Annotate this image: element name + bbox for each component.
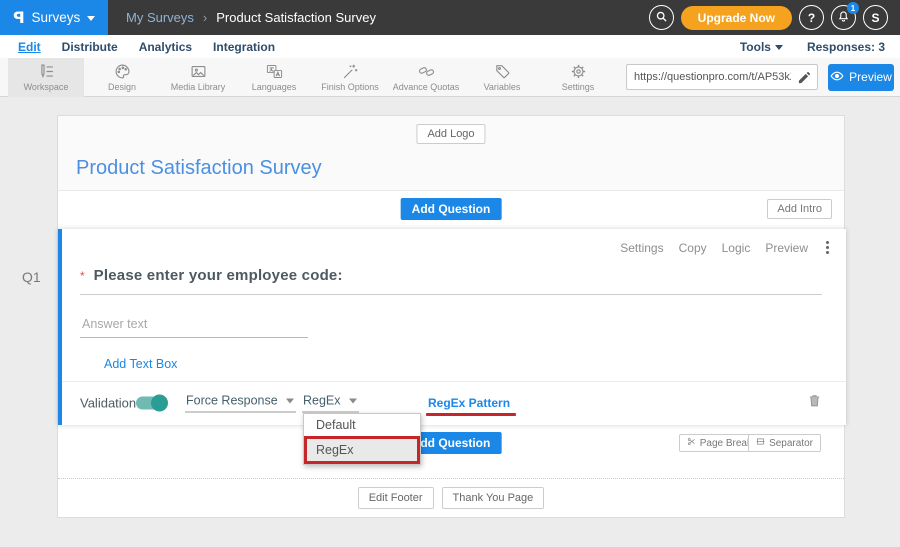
add-text-box-link[interactable]: Add Text Box xyxy=(104,357,177,371)
dropdown-option-default[interactable]: Default xyxy=(304,414,420,436)
survey-header-section: Add Logo Product Satisfaction Survey xyxy=(58,116,844,191)
question-logic-link[interactable]: Logic xyxy=(722,241,751,255)
delete-question-button[interactable] xyxy=(807,393,822,414)
image-icon xyxy=(190,63,207,80)
search-button[interactable] xyxy=(649,5,674,30)
user-avatar[interactable]: S xyxy=(863,5,888,30)
magic-wand-icon xyxy=(342,63,359,80)
chevron-down-icon xyxy=(775,45,783,50)
add-intro-button[interactable]: Add Intro xyxy=(767,199,832,219)
help-button[interactable]: ? xyxy=(799,5,824,30)
question-actions: Settings Copy Logic Preview xyxy=(620,240,832,255)
breadcrumb-my-surveys[interactable]: My Surveys xyxy=(126,10,194,25)
dropdown-option-regex[interactable]: RegEx xyxy=(304,436,420,464)
scissors-icon xyxy=(687,437,696,449)
edit-footer-button[interactable]: Edit Footer xyxy=(358,487,434,509)
breadcrumb-separator: › xyxy=(203,10,207,25)
tag-icon xyxy=(494,63,511,80)
survey-page-card: Add Logo Product Satisfaction Survey Add… xyxy=(57,115,845,518)
question-preview-link[interactable]: Preview xyxy=(765,241,808,255)
trash-icon xyxy=(807,393,822,409)
annotation-red-underline xyxy=(426,413,516,416)
toolbar-item-finish-options[interactable]: Finish Options xyxy=(312,58,388,97)
question-copy-link[interactable]: Copy xyxy=(679,241,707,255)
survey-url-input[interactable] xyxy=(627,65,817,89)
questionpro-logo-icon: P xyxy=(13,8,25,27)
tools-menu[interactable]: Tools xyxy=(740,40,783,54)
editor-content: Q1 Add Logo Product Satisfaction Survey … xyxy=(0,97,900,547)
tab-analytics[interactable]: Analytics xyxy=(139,40,192,54)
topbar: P Surveys My Surveys › Product Satisfact… xyxy=(0,0,900,35)
search-icon xyxy=(655,10,668,26)
gear-icon xyxy=(570,63,587,80)
toolbar-item-design[interactable]: Design xyxy=(84,58,160,97)
translate-icon xyxy=(266,63,283,80)
page-dotted-separator xyxy=(58,478,844,479)
footer-row: Edit Footer Thank You Page xyxy=(58,487,844,509)
answer-text-field[interactable]: Answer text xyxy=(80,317,308,338)
breadcrumb: My Surveys › Product Satisfaction Survey xyxy=(126,10,376,25)
toolbar-item-variables[interactable]: Variables xyxy=(464,58,540,97)
chain-links-icon xyxy=(418,63,435,80)
toolbar-item-advance-quotas[interactable]: Advance Quotas xyxy=(388,58,464,97)
chevron-down-icon xyxy=(286,398,294,403)
survey-title[interactable]: Product Satisfaction Survey xyxy=(76,157,322,180)
tools-label: Tools xyxy=(740,40,771,54)
survey-nav: Edit Distribute Analytics Integration To… xyxy=(0,35,900,58)
toggle-knob xyxy=(151,395,168,412)
question-settings-link[interactable]: Settings xyxy=(620,241,663,255)
app-menu-label: Surveys xyxy=(31,10,80,25)
chevron-down-icon xyxy=(349,398,357,403)
nav-right: Tools Responses: 3 xyxy=(740,40,885,54)
preview-label: Preview xyxy=(849,70,892,84)
tab-integration[interactable]: Integration xyxy=(213,40,275,54)
preview-button[interactable]: Preview xyxy=(828,64,894,91)
editor-toolbar: Workspace Design Media Library Languages… xyxy=(0,58,900,97)
regex-pattern-link[interactable]: RegEx Pattern xyxy=(428,396,510,410)
edit-url-pencil-icon[interactable] xyxy=(797,70,812,90)
notification-badge: 1 xyxy=(847,2,859,14)
add-question-row-top: Add Question Add Intro xyxy=(58,191,844,229)
notifications-button[interactable]: 1 xyxy=(831,5,856,30)
toolbar-item-media-library[interactable]: Media Library xyxy=(160,58,236,97)
upgrade-now-button[interactable]: Upgrade Now xyxy=(681,6,792,30)
validation-row: Validation Force Response RegEx RegEx Pa… xyxy=(62,381,846,425)
validation-type-dropdown: Default RegEx xyxy=(303,413,421,465)
add-question-button-top[interactable]: Add Question xyxy=(401,198,502,220)
toolbar-item-workspace[interactable]: Workspace xyxy=(8,58,84,97)
responses-count[interactable]: Responses: 3 xyxy=(807,40,885,54)
separator-icon xyxy=(756,437,765,449)
toolbar-item-settings[interactable]: Settings xyxy=(540,58,616,97)
tab-edit[interactable]: Edit xyxy=(18,40,41,54)
avatar-initial: S xyxy=(871,11,879,25)
force-response-select[interactable]: Force Response xyxy=(185,394,296,413)
question-number: Q1 xyxy=(22,269,41,285)
topbar-actions: Upgrade Now ? 1 S xyxy=(649,5,900,30)
more-options-icon[interactable] xyxy=(823,240,832,255)
question-mark-icon: ? xyxy=(808,11,815,25)
validation-type-select[interactable]: RegEx xyxy=(302,394,359,413)
question-card-q1: Settings Copy Logic Preview * Please ent… xyxy=(58,229,846,425)
add-question-row-bottom: Add Question Page Break Separator xyxy=(58,425,844,478)
eye-icon xyxy=(830,69,844,86)
nav-tabs: Edit Distribute Analytics Integration xyxy=(18,40,275,54)
validation-label: Validation xyxy=(80,396,136,411)
workspace-icon xyxy=(38,63,55,80)
question-text-row[interactable]: * Please enter your employee code: xyxy=(80,267,822,295)
toolbar-item-languages[interactable]: Languages xyxy=(236,58,312,97)
tab-distribute[interactable]: Distribute xyxy=(62,40,118,54)
chevron-down-icon xyxy=(87,16,95,21)
force-response-value: Force Response xyxy=(186,394,278,408)
required-asterisk-icon: * xyxy=(80,269,85,283)
question-text[interactable]: Please enter your employee code: xyxy=(94,267,343,284)
separator-button[interactable]: Separator xyxy=(748,434,821,452)
validation-type-value: RegEx xyxy=(303,394,341,408)
validation-toggle[interactable] xyxy=(136,397,166,410)
thank-you-page-button[interactable]: Thank You Page xyxy=(442,487,545,509)
app-menu-surveys[interactable]: P Surveys xyxy=(0,0,108,35)
palette-icon xyxy=(114,63,131,80)
add-logo-button[interactable]: Add Logo xyxy=(416,124,485,144)
survey-url-field-wrap xyxy=(626,64,818,90)
breadcrumb-current-survey: Product Satisfaction Survey xyxy=(216,10,376,25)
